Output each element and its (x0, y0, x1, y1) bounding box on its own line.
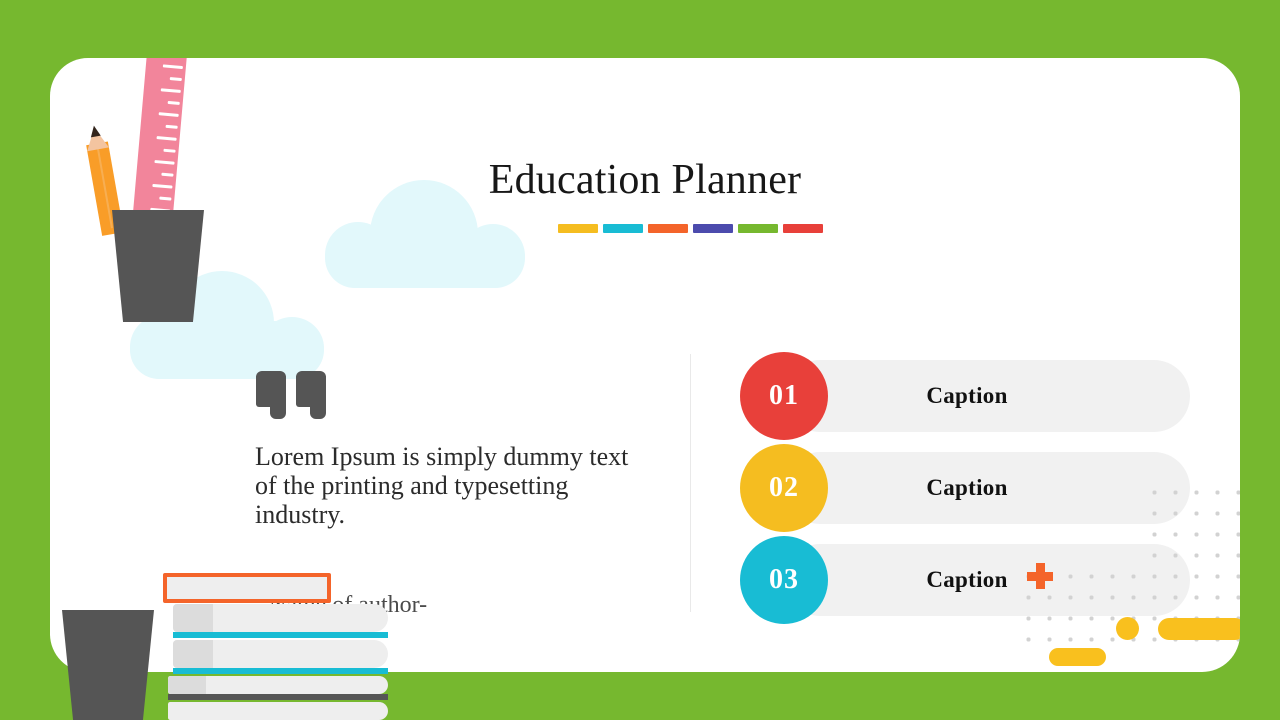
book-stack-illustration (163, 573, 388, 720)
quote-text: Lorem Ipsum is simply dummy text of the … (255, 442, 629, 530)
caption-number-badge-02[interactable]: 02 (740, 444, 828, 532)
stationery-illustration (50, 58, 460, 322)
accent-bar-group (558, 224, 823, 233)
caption-label-01: Caption (926, 383, 1008, 408)
caption-pill-01[interactable]: Caption (784, 360, 1190, 432)
book-orange-outline (163, 573, 331, 603)
accent-bar-cyan (603, 224, 643, 233)
vertical-divider (690, 354, 691, 612)
pen-cup-icon (112, 210, 204, 322)
book-cyan-spine-upper (173, 604, 388, 638)
accent-bar-purple (693, 224, 733, 233)
yellow-dot-shape (1116, 617, 1139, 640)
caption-number-text-03: 03 (769, 564, 799, 595)
caption-label-03: Caption (926, 567, 1008, 592)
caption-pill-02[interactable]: Caption (784, 452, 1190, 524)
pen-cup-lower-overflow (62, 610, 154, 720)
book-dark-spine-bottom (168, 702, 388, 720)
book-cyan-spine-lower (173, 640, 388, 674)
caption-label-02: Caption (926, 475, 1008, 500)
quote-mark-icon (256, 371, 326, 419)
accent-bar-red (783, 224, 823, 233)
plus-icon (1027, 563, 1053, 589)
ruler-icon (132, 58, 188, 227)
caption-number-badge-03[interactable]: 03 (740, 536, 828, 624)
accent-bar-orange (648, 224, 688, 233)
yellow-bar-small (1049, 648, 1106, 666)
slide-canvas: Education Planner Lorem Ipsum is simply … (0, 0, 1280, 720)
caption-row-02[interactable]: Caption 02 (740, 444, 1200, 532)
caption-row-01[interactable]: Caption 01 (740, 352, 1200, 440)
caption-number-text-01: 01 (769, 380, 799, 411)
accent-bar-yellow (558, 224, 598, 233)
yellow-bar-large (1158, 618, 1240, 640)
caption-number-badge-01[interactable]: 01 (740, 352, 828, 440)
accent-bar-green (738, 224, 778, 233)
caption-number-text-02: 02 (769, 472, 799, 503)
book-dark-spine-upper (168, 676, 388, 700)
